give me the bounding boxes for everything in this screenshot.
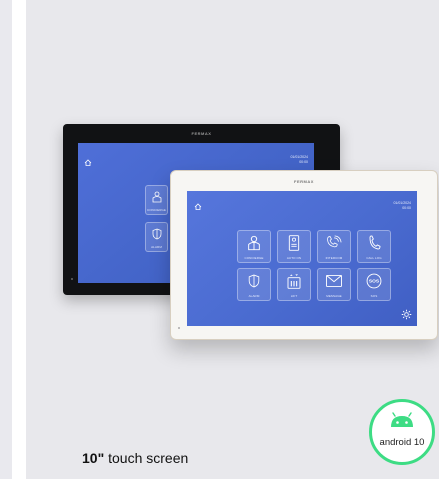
sos-icon: SOS — [366, 273, 382, 289]
clock-date: 01/01/2024 — [393, 201, 411, 205]
caption-text: touch screen — [104, 450, 189, 466]
tile-sos[interactable]: SOS SOS — [357, 268, 391, 301]
clock-time: 00:00 — [299, 159, 308, 164]
tile-intercom[interactable]: INTERCOM — [317, 230, 351, 263]
brand-logo: FERMAX — [294, 179, 314, 184]
phone-icon — [369, 235, 381, 250]
tile-concierge[interactable]: CONCIERGE — [237, 230, 271, 263]
clock: 01/01/2024 00:00 — [290, 155, 308, 164]
camera-dot — [71, 278, 73, 280]
concierge-icon — [152, 191, 161, 203]
monitor-white: FERMAX 01/01/2024 00:00 CONCIERGE AUTO O… — [170, 170, 438, 340]
tile-label: INTERCOM — [325, 256, 343, 260]
tile-concierge[interactable]: CONCIERGE — [145, 185, 168, 215]
envelope-icon — [326, 275, 342, 288]
camera-dot — [178, 327, 180, 329]
left-panel-edge — [0, 0, 12, 479]
brand-logo: FERMAX — [191, 131, 212, 136]
elevator-icon — [287, 274, 301, 290]
android-label: android 10 — [379, 437, 425, 448]
tile-label: SOS — [370, 294, 378, 298]
shield-icon — [152, 228, 161, 240]
intercom-icon — [327, 235, 342, 248]
feature-caption: 10" touch screen — [82, 450, 188, 466]
clock-time: 00:00 — [402, 205, 411, 210]
tile-label: CONCIERGE — [146, 208, 167, 212]
clock: 01/01/2024 00:00 — [393, 201, 411, 210]
tile-label: ALARM — [248, 294, 260, 298]
svg-text:SOS: SOS — [369, 279, 380, 285]
home-icon — [194, 203, 202, 210]
android-10-badge: android 10 — [369, 399, 435, 465]
tile-call-log[interactable]: CALL LOG — [357, 230, 391, 263]
tile-auto-on[interactable]: AUTO ON — [277, 230, 311, 263]
tile-alarm[interactable]: ALARM — [145, 222, 168, 252]
clock-date: 01/01/2024 — [290, 155, 308, 159]
tile-label: CALL LOG — [366, 256, 382, 260]
android-robot-icon — [391, 412, 413, 427]
tile-label: ALARM — [151, 245, 162, 249]
gear-icon[interactable] — [401, 309, 412, 320]
tile-lift[interactable]: LIFT — [277, 268, 311, 301]
tile-label: MESSAGE — [326, 294, 342, 298]
tile-message[interactable]: MESSAGE — [317, 268, 351, 301]
monitor-white-screen: 01/01/2024 00:00 CONCIERGE AUTO ON INTER — [187, 191, 417, 326]
tile-label: LIFT — [290, 294, 298, 298]
caption-size: 10" — [82, 450, 105, 466]
tile-label: CONCIERGE — [244, 256, 264, 260]
tile-alarm[interactable]: ALARM — [237, 268, 271, 301]
home-icon — [84, 159, 92, 166]
shield-icon — [248, 274, 260, 288]
concierge-icon — [248, 236, 260, 251]
tile-label: AUTO ON — [286, 256, 302, 260]
door-panel-icon — [288, 235, 300, 252]
